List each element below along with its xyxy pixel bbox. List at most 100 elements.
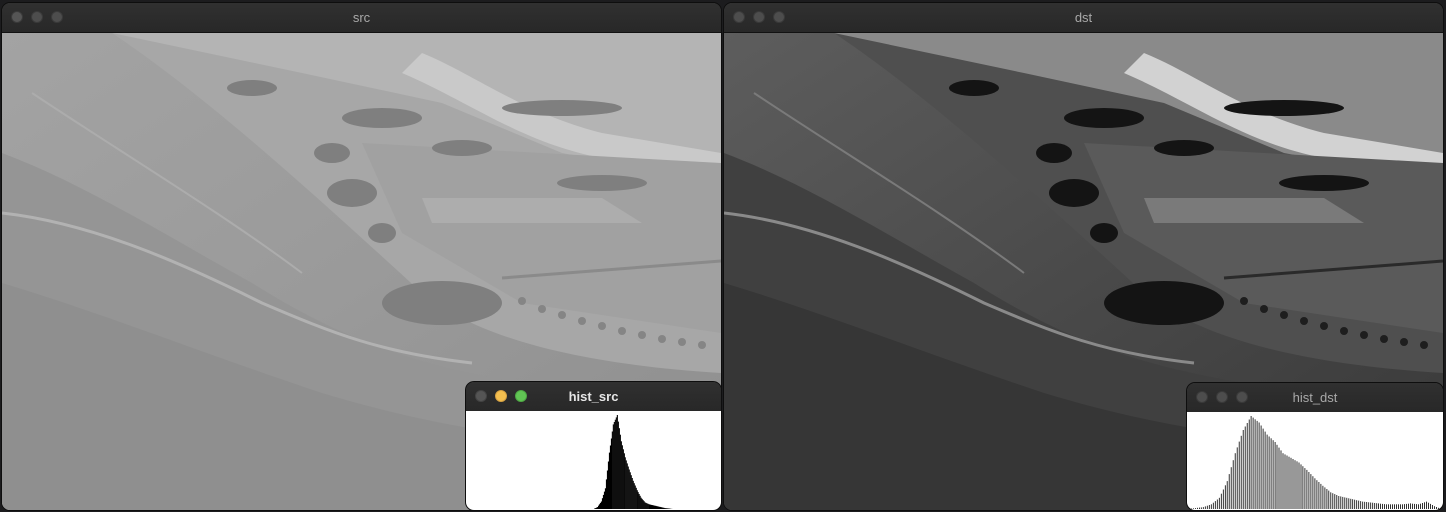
histogram-bar: [1262, 428, 1264, 509]
histogram-bar: [1334, 494, 1336, 509]
histogram-bar: [1326, 489, 1328, 509]
histogram-bar: [647, 503, 649, 509]
histogram-bar: [1214, 501, 1216, 509]
histogram-bar: [1420, 503, 1421, 509]
histogram-bar: [1412, 503, 1413, 509]
histogram-bar: [1206, 505, 1208, 509]
histogram-bar: [1332, 493, 1334, 509]
histogram-bar: [1390, 504, 1391, 509]
histogram-bar: [1358, 500, 1360, 509]
histogram-bar: [664, 508, 666, 509]
histogram-bar: [1418, 504, 1419, 509]
histogram-bar: [1370, 502, 1372, 509]
histogram-bar: [1360, 501, 1362, 509]
histogram-bar: [665, 508, 667, 509]
histogram-bar: [1434, 506, 1435, 509]
histogram-bar: [1380, 503, 1381, 509]
histogram-bar: [1338, 496, 1340, 509]
histogram-bar: [1252, 417, 1254, 509]
histogram-bar: [613, 422, 615, 509]
histogram-bar: [633, 483, 635, 509]
histogram-bar: [1234, 453, 1236, 509]
histogram-bar: [1246, 423, 1248, 509]
histogram-bar: [1318, 482, 1320, 509]
histogram-bar: [1352, 499, 1354, 509]
histogram-bar: [634, 485, 636, 509]
histogram-bar: [1278, 447, 1280, 509]
hist-dst-chart: [1189, 416, 1441, 509]
histogram-bar: [1422, 503, 1423, 509]
histogram-bar: [1308, 472, 1310, 509]
hist-src-plot: [466, 411, 721, 510]
histogram-bar: [1346, 497, 1348, 509]
histogram-bar: [625, 460, 627, 509]
histogram-bar: [599, 502, 601, 509]
histogram-bar: [1264, 431, 1266, 509]
histogram-bar: [1270, 438, 1272, 509]
histogram-bar: [1402, 504, 1403, 509]
histogram-bar: [1202, 507, 1204, 509]
histogram-bar: [1300, 464, 1302, 509]
histogram-bar: [1212, 502, 1214, 509]
hist-dst-titlebar[interactable]: hist_dst: [1187, 383, 1443, 413]
histogram-bar: [1222, 489, 1224, 509]
histogram-bar: [1197, 507, 1198, 509]
hist-src-titlebar[interactable]: hist_src: [466, 382, 721, 412]
histogram-bar: [1224, 485, 1226, 509]
histogram-bar: [1193, 508, 1194, 509]
histogram-bar: [615, 417, 617, 509]
hist-dst-window[interactable]: hist_dst: [1186, 382, 1444, 511]
histogram-bar: [1386, 504, 1387, 509]
histogram-bar: [1242, 430, 1244, 509]
histogram-bar: [1424, 502, 1425, 509]
histogram-bar: [1228, 474, 1230, 509]
histogram-bar: [1272, 440, 1274, 509]
histogram-bar: [1340, 496, 1342, 509]
histogram-bar: [1248, 419, 1250, 509]
histogram-bar: [1302, 466, 1304, 509]
histogram-bar: [1350, 498, 1352, 509]
histogram-bar: [1310, 474, 1312, 509]
hist-src-chart: [594, 415, 673, 509]
window-title: hist_src: [568, 389, 619, 404]
histogram-bar: [658, 506, 660, 509]
histogram-bar: [1376, 503, 1378, 509]
histogram-bar: [663, 507, 665, 509]
histogram-bar: [1284, 454, 1286, 509]
histogram-bar: [624, 457, 626, 509]
hist-src-window[interactable]: hist_src: [465, 381, 722, 511]
histogram-bar: [607, 461, 609, 509]
histogram-bar: [1406, 503, 1407, 509]
histogram-bar: [1226, 481, 1228, 509]
histogram-bar: [651, 505, 653, 509]
histogram-bar: [612, 424, 614, 509]
histogram-bar: [1354, 499, 1356, 509]
histogram-bar: [1438, 507, 1439, 509]
dst-titlebar[interactable]: dst: [724, 3, 1443, 33]
histogram-bar: [614, 419, 616, 509]
histogram-bar: [638, 494, 640, 509]
window-title: hist_dst: [1292, 390, 1338, 405]
histogram-bar: [1191, 508, 1192, 509]
histogram-bar: [1200, 507, 1202, 509]
histogram-bar: [1236, 447, 1238, 509]
histogram-bar: [1400, 504, 1401, 509]
histogram-bar: [595, 508, 597, 509]
histogram-bar: [643, 501, 645, 509]
histogram-bar: [650, 504, 652, 509]
histogram-bar: [601, 498, 603, 509]
histogram-bar: [1432, 505, 1433, 509]
histogram-bar: [1256, 420, 1258, 509]
src-titlebar[interactable]: src: [2, 3, 721, 33]
histogram-bar: [666, 508, 668, 509]
histogram-bar: [1316, 480, 1318, 509]
histogram-bar: [600, 501, 602, 509]
histogram-bar: [632, 480, 634, 509]
histogram-bar: [1342, 496, 1344, 509]
histogram-bar: [1404, 504, 1405, 509]
histogram-bar: [617, 421, 619, 509]
histogram-bar: [1426, 501, 1427, 509]
histogram-bar: [598, 504, 600, 509]
histogram-bar: [645, 502, 647, 509]
histogram-bar: [611, 431, 613, 509]
